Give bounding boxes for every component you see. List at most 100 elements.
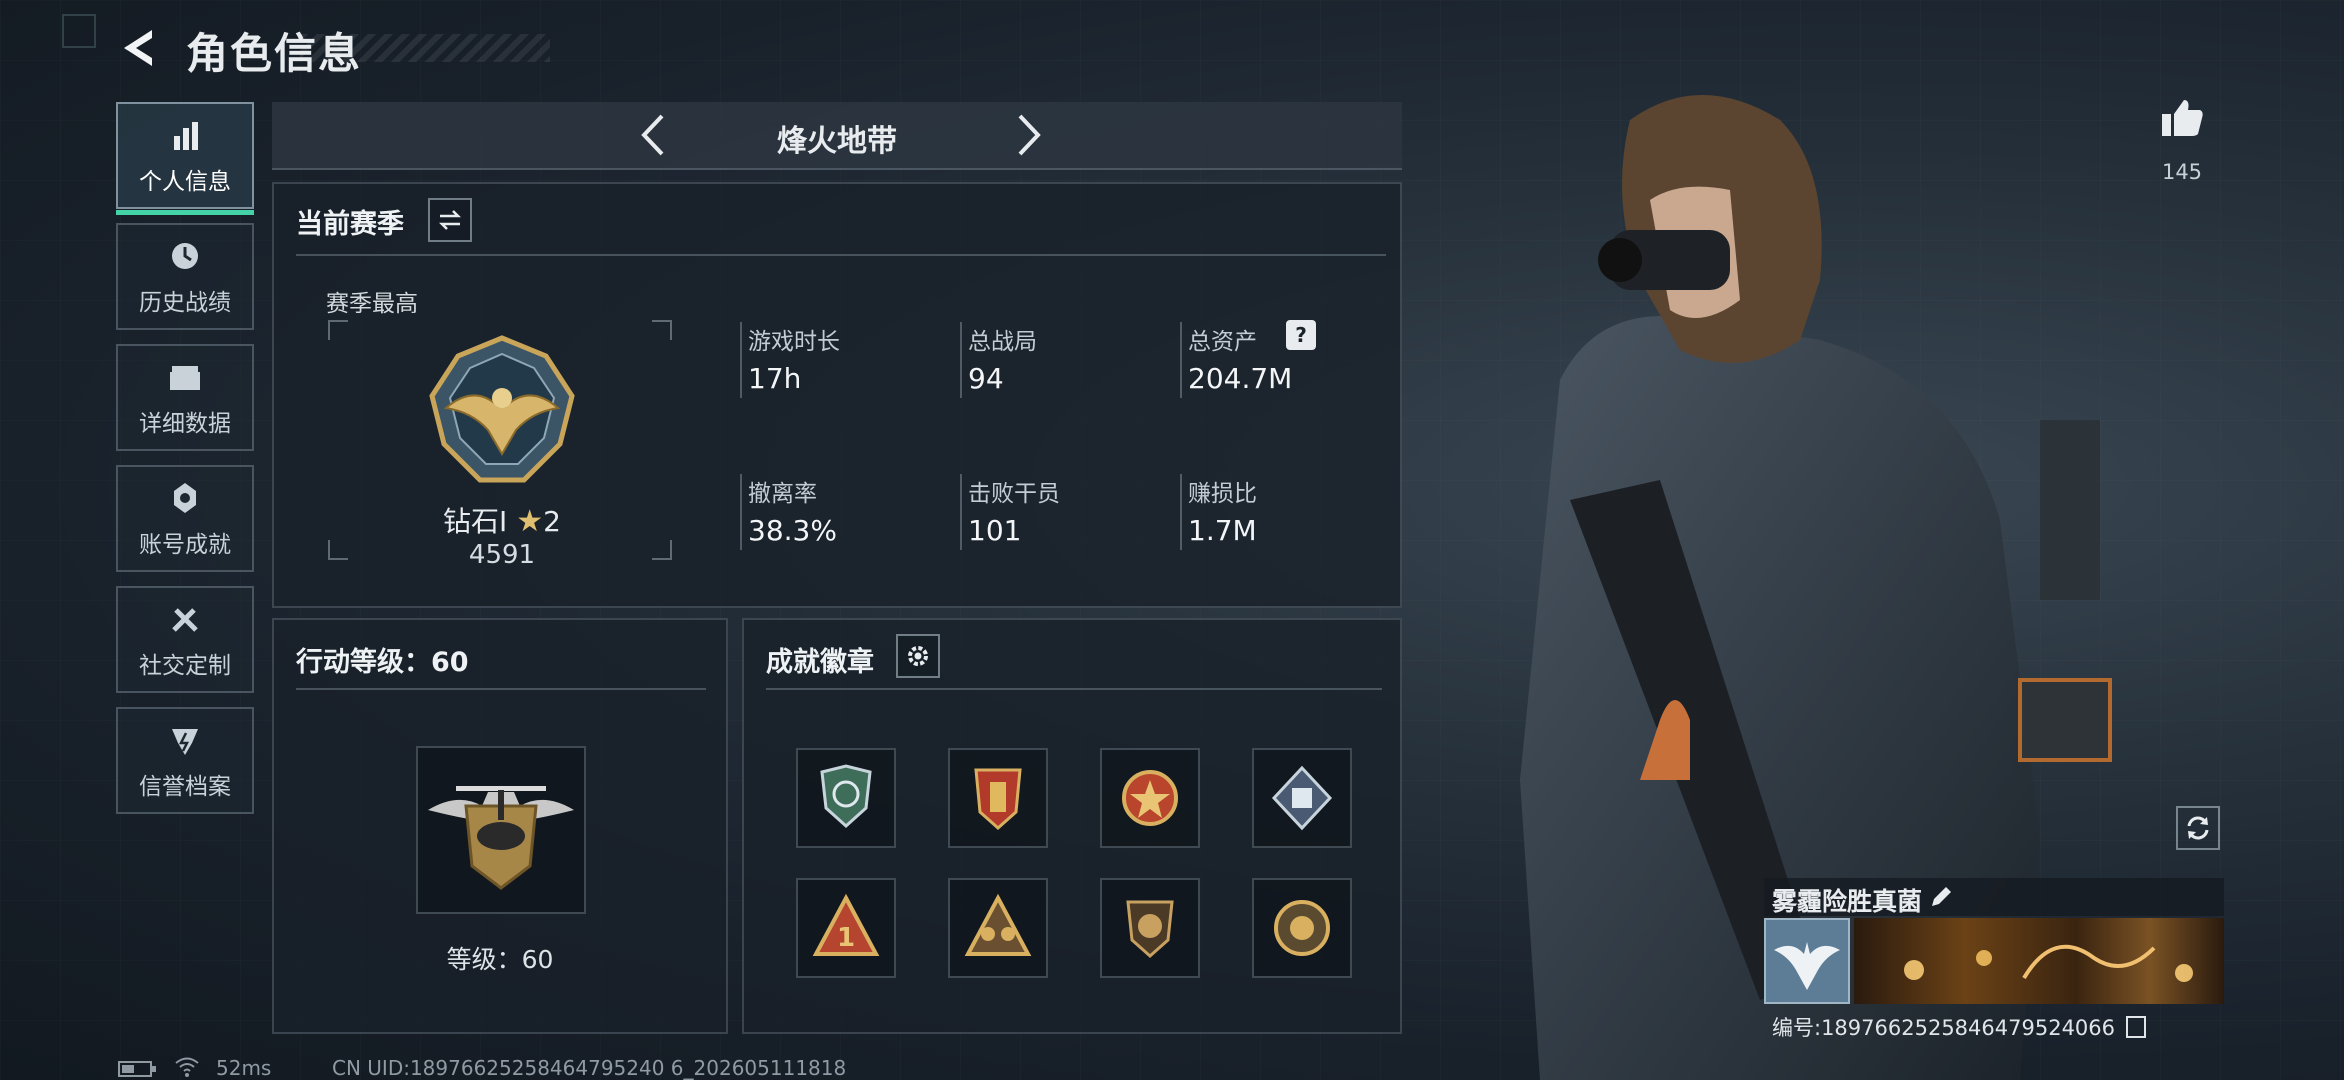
achievement-badge[interactable] xyxy=(796,748,896,848)
stat-divider xyxy=(960,322,962,398)
mode-selector: 烽火地带 xyxy=(272,102,1402,170)
stat-divider xyxy=(960,474,962,550)
badges-panel: 成就徽章 1 xyxy=(742,618,1402,1034)
achievement-badge[interactable]: 1 xyxy=(796,878,896,978)
back-button[interactable] xyxy=(118,26,158,70)
badge-settings-button[interactable] xyxy=(896,634,940,678)
stat-divider xyxy=(1180,474,1182,550)
shield-badge-icon xyxy=(820,764,872,829)
corner-decoration xyxy=(62,14,96,48)
action-level-divider xyxy=(296,688,706,690)
status-uid: CN UID:18976625258464795240 6_2026051118… xyxy=(332,1056,847,1080)
coin-badge-icon xyxy=(1274,900,1330,956)
achievement-badge[interactable] xyxy=(948,878,1048,978)
battery-icon xyxy=(118,1061,156,1077)
player-name: 雾霾险胜真菌 xyxy=(1772,887,1923,916)
cube-badge-icon xyxy=(1271,765,1333,831)
edit-name-icon[interactable] xyxy=(1928,884,1954,910)
stat-label: 总战局 xyxy=(968,329,1037,355)
player-banner xyxy=(1854,918,2224,1004)
stat-label: 赚损比 xyxy=(1188,481,1257,507)
action-level-panel: 行动等级：60 等级：60 xyxy=(272,618,728,1034)
like-count: 145 xyxy=(2161,160,2203,184)
stat-value: 17h xyxy=(748,362,802,395)
rotate-model-button[interactable] xyxy=(2176,806,2220,850)
stat-value: 94 xyxy=(968,362,1004,395)
thumbs-up-icon xyxy=(2162,100,2203,136)
back-arrow-icon xyxy=(124,30,152,66)
stat-label: 击败干员 xyxy=(968,481,1060,507)
badges-title: 成就徽章 xyxy=(766,647,874,678)
season-best-label: 赛季最高 xyxy=(326,291,418,317)
achievement-badge[interactable] xyxy=(1252,748,1352,848)
copy-icon[interactable] xyxy=(2125,1016,2146,1038)
help-icon[interactable]: ? xyxy=(1286,320,1316,350)
bar-chart-icon xyxy=(174,121,198,150)
lion-shield-icon xyxy=(1126,900,1174,959)
sidebar-item-1[interactable]: 历史战绩 xyxy=(116,223,254,330)
diamond-rank-icon xyxy=(429,335,575,483)
sidebar-item-label: 详细数据 xyxy=(139,410,231,437)
frame-corner xyxy=(652,320,672,340)
eagle-avatar-icon xyxy=(1774,942,1840,990)
season-panel: 当前赛季 赛季最高 钻石Ⅰ ★2 4591 游戏时长 17h 总战局 94 总资产 204… xyxy=(272,182,1402,608)
player-uid: 编号:1897662525846479524066 xyxy=(1772,1012,2146,1042)
rank-star-icon: ★ xyxy=(516,504,544,539)
svg-text:1: 1 xyxy=(837,923,855,953)
wifi-icon xyxy=(175,1057,199,1077)
season-divider xyxy=(296,254,1386,256)
swap-icon xyxy=(438,210,462,230)
achievement-badge[interactable] xyxy=(1100,878,1200,978)
stat-value: 1.7M xyxy=(1188,514,1257,547)
player-name-bar: 雾霾险胜真菌 xyxy=(1764,878,2224,916)
squad-badge-icon xyxy=(964,893,1032,956)
gear-icon xyxy=(908,646,928,666)
mode-name: 烽火地带 xyxy=(777,124,897,159)
folder-icon xyxy=(170,365,200,390)
sidebar-item-label: 个人信息 xyxy=(139,168,231,195)
sidebar-item-label: 社交定制 xyxy=(139,652,231,679)
chevron-right-icon xyxy=(1018,114,1041,156)
stat-value: 38.3% xyxy=(748,514,837,547)
sidebar-item-2[interactable]: 详细数据 xyxy=(116,344,254,451)
credit-icon xyxy=(172,728,198,755)
achievement-badge[interactable] xyxy=(1100,748,1200,848)
stat-divider xyxy=(1180,322,1182,398)
season-switch-button[interactable] xyxy=(428,198,472,242)
frame-corner xyxy=(328,320,348,340)
action-level-title: 行动等级：60 xyxy=(296,647,469,678)
achievement-badge[interactable] xyxy=(948,748,1048,848)
stat-value: 101 xyxy=(968,514,1022,547)
like-button[interactable] xyxy=(2160,96,2204,140)
rank-label: 钻石Ⅰ ★2 xyxy=(274,500,730,540)
sidebar-item-3[interactable]: 账号成就 xyxy=(116,465,254,572)
stat-divider xyxy=(740,322,742,398)
sidebar-item-4[interactable]: 社交定制 xyxy=(116,586,254,693)
achievement-icon xyxy=(174,482,196,513)
crest-badge-icon xyxy=(974,768,1022,831)
sidebar-item-5[interactable]: 信誉档案 xyxy=(116,707,254,814)
season-title: 当前赛季 xyxy=(296,209,404,240)
player-uid-text: 编号:1897662525846479524066 xyxy=(1772,1016,2116,1040)
achievement-badge[interactable] xyxy=(1252,878,1352,978)
stat-label: 总资产 xyxy=(1188,329,1257,355)
level-emblem-frame xyxy=(416,746,586,914)
ping: 52ms xyxy=(216,1056,272,1080)
rank-points: 4591 xyxy=(468,540,536,570)
badges-divider xyxy=(766,688,1382,690)
sidebar-item-label: 账号成就 xyxy=(139,531,231,558)
stat-label: 游戏时长 xyxy=(748,329,840,355)
flame-banner-art xyxy=(1904,944,2193,982)
helicopter-emblem-icon xyxy=(428,786,574,890)
level-text: 等级：60 xyxy=(446,945,554,974)
tools-icon xyxy=(172,607,198,632)
page-title: 角色信息 xyxy=(186,29,363,78)
sidebar-item-label: 历史战绩 xyxy=(139,289,231,316)
sidebar-item-label: 信誉档案 xyxy=(139,773,231,800)
stat-divider xyxy=(740,474,742,550)
stat-value: 204.7M xyxy=(1188,362,1293,395)
next-mode-button[interactable] xyxy=(1008,112,1048,158)
player-avatar[interactable] xyxy=(1764,918,1850,1004)
sidebar-item-0[interactable]: 个人信息 xyxy=(116,102,254,215)
history-icon xyxy=(172,242,198,269)
